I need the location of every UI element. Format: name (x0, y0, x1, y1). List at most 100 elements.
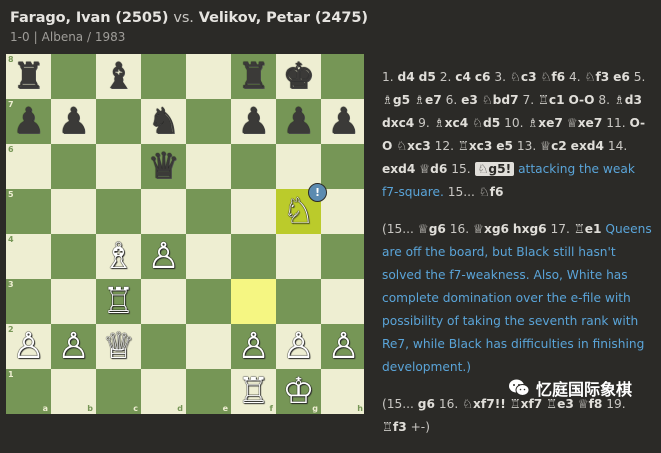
square-f8[interactable]: ♜ (231, 54, 276, 99)
move[interactable]: ♘c3 (510, 70, 537, 84)
square-h1[interactable]: h (321, 369, 364, 414)
square-b6[interactable] (51, 144, 96, 189)
move[interactable]: ♗g5 (382, 93, 410, 107)
square-h8[interactable] (321, 54, 364, 99)
move[interactable]: c6 (475, 70, 491, 84)
square-c5[interactable] (96, 189, 141, 234)
square-d2[interactable] (141, 324, 186, 369)
move[interactable]: ♘f6 (540, 70, 565, 84)
square-c2[interactable]: ♕ (96, 324, 141, 369)
move[interactable]: e3 (461, 93, 478, 107)
move[interactable]: ♗d3 (614, 93, 642, 107)
square-d1[interactable]: d (141, 369, 186, 414)
square-h7[interactable]: ♟ (321, 99, 364, 144)
black-rook-icon[interactable]: ♜ (6, 54, 51, 99)
move[interactable]: g6 (418, 397, 435, 411)
move[interactable]: c4 (455, 70, 471, 84)
move[interactable]: ♖c1 (538, 93, 565, 107)
square-g1[interactable]: g ♔ (276, 369, 321, 414)
move[interactable]: ♕xg6 (473, 222, 509, 236)
square-e8[interactable] (186, 54, 231, 99)
square-g3[interactable] (276, 279, 321, 324)
square-b1[interactable]: b (51, 369, 96, 414)
square-c4[interactable]: ♗ (96, 234, 141, 279)
square-g8[interactable]: ♚ (276, 54, 321, 99)
white-bishop-icon[interactable]: ♗ (96, 234, 141, 279)
square-d3[interactable] (141, 279, 186, 324)
square-g6[interactable] (276, 144, 321, 189)
move[interactable]: e5 (496, 139, 513, 153)
square-b8[interactable] (51, 54, 96, 99)
white-pawn-icon[interactable]: ♙ (51, 324, 96, 369)
move[interactable]: ♕c2 (540, 139, 567, 153)
move[interactable]: ♘f3 (585, 70, 610, 84)
white-rook-icon[interactable]: ♖ (231, 369, 276, 414)
square-c3[interactable]: ♖ (96, 279, 141, 324)
square-e6[interactable] (186, 144, 231, 189)
square-h6[interactable] (321, 144, 364, 189)
square-e7[interactable] (186, 99, 231, 144)
move[interactable]: O-O (568, 93, 594, 107)
move[interactable]: ♘xc3 (396, 139, 431, 153)
move[interactable]: hxg6 (513, 222, 547, 236)
white-pawn-icon[interactable]: ♙ (141, 234, 186, 279)
square-d4[interactable]: ♙ (141, 234, 186, 279)
move[interactable]: exd4 (571, 139, 604, 153)
square-g5[interactable]: ♘! (276, 183, 327, 234)
move[interactable]: ♕xe7 (567, 116, 603, 130)
black-pawn-icon[interactable]: ♟ (276, 99, 321, 144)
white-king-icon[interactable]: ♔ (276, 369, 321, 414)
square-f1[interactable]: f ♖ (231, 369, 276, 414)
move[interactable]: ♘d5 (472, 116, 500, 130)
square-g2[interactable]: ♙ (276, 324, 321, 369)
square-f4[interactable] (231, 234, 276, 279)
square-e4[interactable] (186, 234, 231, 279)
white-player[interactable]: Farago, Ivan (2505) (10, 10, 168, 26)
square-h3[interactable] (321, 279, 364, 324)
square-h5[interactable] (321, 189, 364, 234)
black-bishop-icon[interactable]: ♝ (96, 54, 141, 99)
square-d5[interactable] (141, 189, 186, 234)
square-a5[interactable]: 5 (6, 189, 51, 234)
square-a6[interactable]: 6 (6, 144, 51, 189)
square-b5[interactable] (51, 189, 96, 234)
move[interactable]: ♘xf7!! (462, 397, 506, 411)
move[interactable]: ♘bd7 (482, 93, 519, 107)
move[interactable]: e6 (613, 70, 630, 84)
white-pawn-icon[interactable]: ♙ (6, 324, 51, 369)
square-f3[interactable] (231, 279, 276, 324)
white-rook-icon[interactable]: ♖ (96, 279, 141, 324)
move[interactable]: exd4 (382, 162, 415, 176)
move[interactable]: d4 (398, 70, 415, 84)
square-b3[interactable] (51, 279, 96, 324)
square-e5[interactable] (186, 189, 231, 234)
move[interactable]: ♖e1 (574, 222, 602, 236)
square-d6[interactable]: ♛ (141, 144, 186, 189)
move[interactable]: ♕g6 (418, 222, 446, 236)
square-b4[interactable] (51, 234, 96, 279)
square-f2[interactable]: ♙ (231, 324, 276, 369)
square-a7[interactable]: 7 ♟ (6, 99, 51, 144)
move[interactable]: d5 (419, 70, 436, 84)
white-pawn-icon[interactable]: ♙ (276, 324, 321, 369)
move[interactable]: ♕d6 (419, 162, 447, 176)
square-a4[interactable]: 4 (6, 234, 51, 279)
square-c6[interactable] (96, 144, 141, 189)
square-g4[interactable] (276, 234, 321, 279)
move[interactable]: ♖f3 (382, 420, 407, 434)
square-c8[interactable]: ♝ (96, 54, 141, 99)
move[interactable]: ♗xe7 (527, 116, 563, 130)
move[interactable]: ♖xc3 (458, 139, 493, 153)
square-a3[interactable]: 3 (6, 279, 51, 324)
square-h4[interactable] (321, 234, 364, 279)
square-c7[interactable] (96, 99, 141, 144)
square-a8[interactable]: 8 ♜ (6, 54, 51, 99)
chess-board[interactable]: 8 ♜ ♝ ♜ ♚ 7 ♟ ♟ ♞ ♟ ♟ ♟ 6 ♛ 5 ♘! 4 ♗ ♙ 3 ♖ 2 ♙ ♙ ♕ ♙ ♙ ♙ 1 a b c d e f ♖ g ♔ h (6, 54, 364, 414)
black-rook-icon[interactable]: ♜ (231, 54, 276, 99)
move[interactable]: dxc4 (382, 116, 414, 130)
move[interactable]: ♗e7 (414, 93, 442, 107)
black-pawn-icon[interactable]: ♟ (6, 99, 51, 144)
black-player[interactable]: Velikov, Petar (2475) (199, 10, 368, 26)
move[interactable]: ♘f6 (479, 185, 504, 199)
square-b7[interactable]: ♟ (51, 99, 96, 144)
